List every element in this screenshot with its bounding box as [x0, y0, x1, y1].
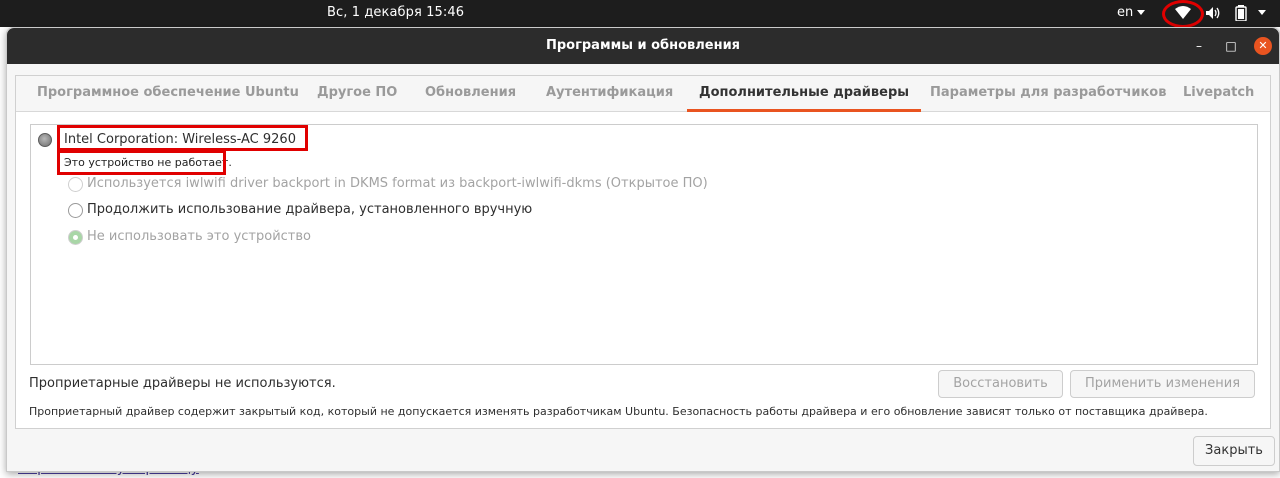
highlight-box-device-status	[57, 150, 226, 175]
driver-list: Intel Corporation: Wireless-AC 9260 Это …	[30, 124, 1258, 365]
tab-developer-options[interactable]: Параметры для разработчиков	[930, 76, 1166, 112]
tab-ubuntu-software[interactable]: Программное обеспечение Ubuntu	[37, 76, 299, 112]
window-close-button[interactable]: ✕	[1254, 37, 1272, 55]
window-titlebar[interactable]: Программы и обновления – □ ✕	[7, 28, 1279, 64]
apply-changes-button[interactable]: Применить изменения	[1070, 370, 1255, 398]
proprietary-status-text: Проприетарные драйверы не используются.	[29, 376, 336, 391]
driver-option-label: Не использовать это устройство	[87, 229, 311, 244]
software-updates-window: Программы и обновления – □ ✕ Программное…	[6, 27, 1280, 472]
battery-icon[interactable]	[1234, 5, 1248, 21]
keyboard-layout-indicator[interactable]: en	[1117, 5, 1146, 20]
highlight-circle	[1162, 0, 1204, 28]
keyboard-layout-label: en	[1117, 5, 1134, 20]
tab-updates[interactable]: Обновления	[425, 76, 516, 112]
clock[interactable]: Вс, 1 декабря 15:46	[327, 5, 464, 20]
chevron-down-icon	[1137, 10, 1146, 15]
volume-icon[interactable]	[1205, 6, 1221, 20]
window-title: Программы и обновления	[545, 38, 741, 53]
tab-additional-drivers[interactable]: Дополнительные драйверы	[687, 76, 921, 112]
radio-button-selected[interactable]	[68, 230, 83, 245]
tab-livepatch[interactable]: Livepatch	[1183, 76, 1254, 112]
highlight-box-device-name	[57, 125, 308, 151]
minimize-button[interactable]: –	[1190, 37, 1208, 55]
tab-other-software[interactable]: Другое ПО	[317, 76, 397, 112]
tab-authentication[interactable]: Аутентификация	[546, 76, 673, 112]
restore-button[interactable]: Восстановить	[938, 370, 1063, 398]
driver-option-label: Используется iwlwifi driver backport in …	[87, 176, 708, 191]
driver-option-label: Продолжить использование драйвера, устан…	[87, 202, 533, 217]
close-button[interactable]: Закрыть	[1193, 436, 1275, 466]
system-top-bar: Вс, 1 декабря 15:46 en	[0, 0, 1280, 28]
radio-button[interactable]	[68, 177, 83, 192]
tab-bar: Программное обеспечение Ubuntu Другое ПО…	[16, 76, 1270, 112]
device-status-indicator	[38, 133, 52, 147]
maximize-button[interactable]: □	[1222, 37, 1240, 55]
radio-button[interactable]	[68, 203, 83, 218]
proprietary-driver-note: Проприетарный драйвер содержит закрытый …	[29, 405, 1208, 418]
system-menu-chevron-icon[interactable]	[1254, 5, 1266, 20]
